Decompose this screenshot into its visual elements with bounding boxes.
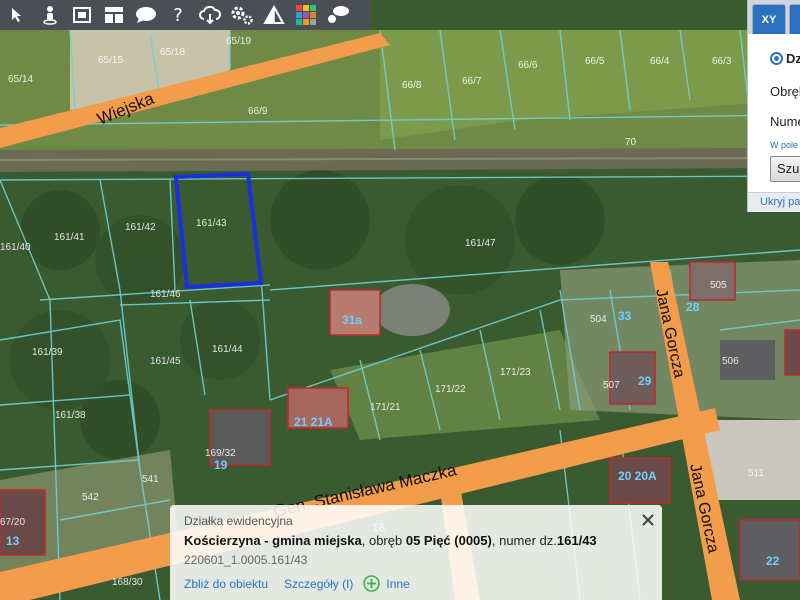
parcel-label: 507 [603, 380, 620, 391]
pegman-icon[interactable] [34, 0, 66, 30]
popup-parcel-description: Kościerzyna - gmina miejska, obręb 05 Pi… [184, 533, 597, 548]
layout-icon[interactable] [98, 0, 130, 30]
building-number: 21 21A [294, 415, 333, 429]
identify-icon[interactable] [2, 0, 34, 30]
parcel-label: 161/38 [55, 410, 86, 421]
popup-parcel-number: 161/43 [556, 533, 597, 548]
measure-icon[interactable] [258, 0, 290, 30]
parcel-label: 66/7 [462, 76, 482, 87]
cloud-download-icon[interactable] [194, 0, 226, 30]
comment-icon[interactable] [130, 0, 162, 30]
parcel-label: 161/44 [212, 344, 243, 355]
parcel-label: 541 [142, 474, 159, 485]
parcel-label: 161/39 [32, 347, 63, 358]
parcel-label: 505 [710, 280, 727, 291]
tab-other[interactable] [789, 4, 800, 34]
popup-text: , obręb [361, 533, 406, 548]
parcel-radio-label: Dz [786, 51, 800, 66]
building-number: 29 [638, 374, 652, 388]
parcel-label: 67/20 [0, 517, 25, 528]
parcel-label: 161/43 [196, 218, 227, 229]
search-panel-tabs: XY [748, 0, 800, 34]
parcel-label: 66/4 [650, 56, 670, 67]
parcel-label: 506 [722, 356, 739, 367]
building-number: 20 20A [618, 469, 657, 483]
parcel-search-panel: XY Dz Obręb Numer W pole Szuk Ukryj pa [747, 0, 800, 212]
search-panel-body: Dz Obręb Numer W pole Szuk Ukryj pa [748, 34, 800, 212]
parcel-label: 66/8 [402, 80, 422, 91]
popup-text: , numer dz. [491, 533, 557, 548]
hide-panel-link[interactable]: Ukryj pa [760, 196, 800, 208]
map-toolbar: ? [0, 0, 370, 30]
building-number: 28 [686, 300, 700, 314]
building-number: 13 [6, 534, 20, 548]
gears-icon[interactable] [226, 0, 258, 30]
search-button[interactable]: Szuk [770, 156, 800, 182]
building-number: 19 [214, 458, 228, 472]
obreb-label: Obręb [770, 84, 800, 99]
popup-place: Kościerzyna - gmina miejska [184, 533, 362, 548]
parcel-label: 161/45 [150, 356, 181, 367]
parcel-label: 171/23 [500, 367, 531, 378]
parcel-radio[interactable] [770, 52, 783, 65]
popup-actions: Zbliż do obiektu Szczegóły (I) Inne [184, 575, 410, 592]
parcel-label: 161/40 [0, 242, 31, 253]
popup-parcel-id: 220601_1.0005.161/43 [184, 553, 308, 567]
parcel-label: 65/15 [98, 55, 123, 66]
print-icon[interactable] [66, 0, 98, 30]
parcel-label: 171/21 [370, 402, 401, 413]
parcel-label: 161/46 [150, 289, 181, 300]
building-number: 33 [618, 309, 632, 323]
details-link[interactable]: Szczegóły (I) [284, 577, 353, 591]
other-link[interactable]: Inne [386, 577, 409, 591]
parcel-label: 504 [590, 314, 607, 325]
parcel-label: 70 [625, 137, 637, 148]
parcel-label: 65/19 [226, 36, 251, 47]
numer-label: Numer [770, 114, 800, 129]
parcel-label: 161/47 [465, 238, 496, 249]
parcel-info-popup: Działka ewidencyjna Kościerzyna - gmina … [170, 505, 662, 600]
layers-grid-icon[interactable] [290, 0, 322, 30]
parcel-label: 66/6 [518, 60, 538, 71]
parcel-label: 171/22 [435, 384, 466, 395]
hide-panel-bar[interactable]: Ukryj pa [748, 192, 800, 212]
field-hint: W pole [770, 140, 799, 150]
add-icon[interactable] [363, 575, 381, 592]
chat-icon[interactable] [322, 0, 354, 30]
pond [374, 284, 450, 336]
parcel-label: 65/14 [8, 74, 33, 85]
zoom-to-object-link[interactable]: Zbliż do obiektu [184, 577, 268, 591]
parcel-label: 66/3 [712, 56, 732, 67]
parcel-label: 66/9 [248, 106, 268, 117]
parcel-label: 168/30 [112, 577, 143, 588]
building-number: 31a [342, 313, 362, 327]
parcel-label: 65/18 [160, 47, 185, 58]
help-icon[interactable]: ? [162, 0, 194, 30]
parcel-label: 161/41 [54, 232, 85, 243]
parcel-label: 66/5 [585, 56, 605, 67]
building-number: 22 [766, 554, 780, 568]
popup-object-type: Działka ewidencyjna [184, 514, 293, 528]
parcel-label: 511 [748, 468, 764, 479]
close-icon[interactable] [640, 512, 656, 528]
parcel-label: 161/42 [125, 222, 156, 233]
popup-precinct: 05 Pięć (0005) [405, 533, 492, 548]
tab-xy[interactable]: XY [752, 4, 786, 34]
parcel-label: 542 [82, 492, 99, 503]
